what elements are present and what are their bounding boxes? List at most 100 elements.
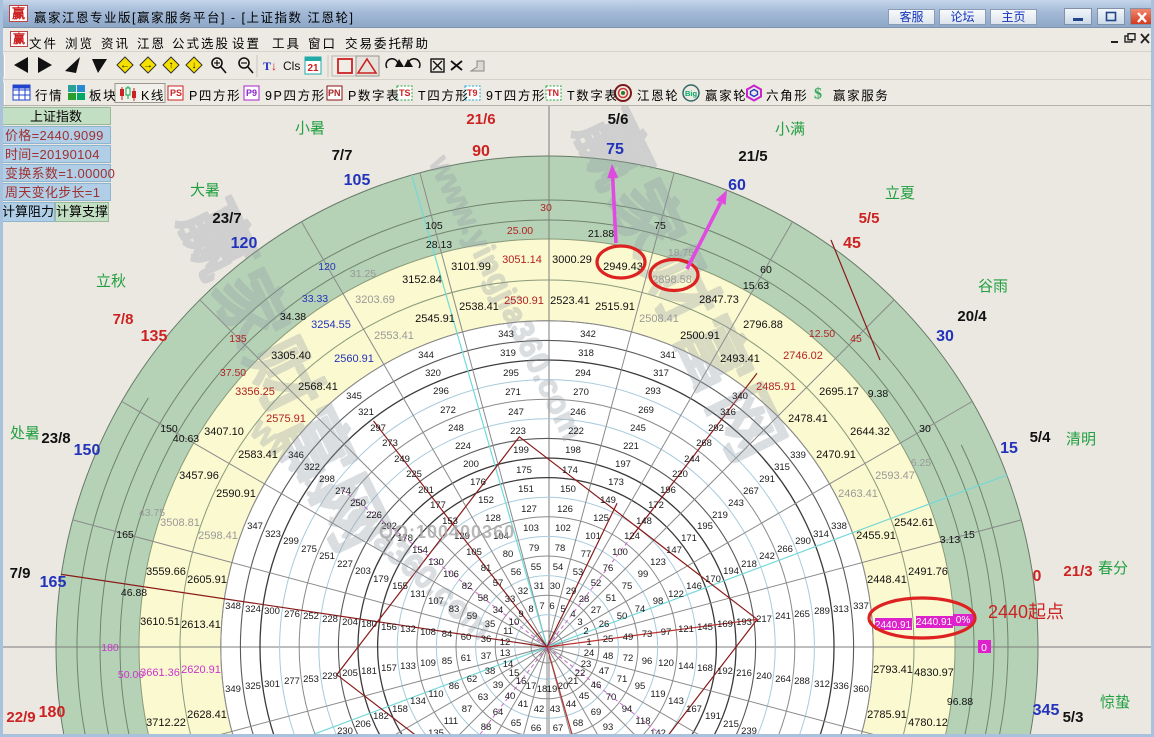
svg-text:44: 44 — [566, 699, 577, 710]
svg-text:小满: 小满 — [775, 121, 805, 138]
svg-text:133: 133 — [400, 661, 416, 672]
svg-text:42: 42 — [534, 704, 545, 715]
svg-text:20/4: 20/4 — [957, 308, 987, 325]
svg-text:216: 216 — [736, 668, 752, 679]
svg-text:33.33: 33.33 — [302, 293, 328, 305]
svg-text:2530.91: 2530.91 — [504, 295, 544, 307]
svg-text:2593.47: 2593.47 — [875, 470, 915, 482]
svg-text:67: 67 — [553, 723, 564, 734]
svg-text:88: 88 — [481, 722, 492, 733]
svg-text:165: 165 — [116, 529, 134, 541]
svg-text:345: 345 — [1033, 702, 1060, 719]
svg-text:9.38: 9.38 — [868, 388, 889, 400]
svg-text:343: 343 — [498, 329, 514, 340]
svg-text:150: 150 — [160, 423, 178, 435]
svg-text:15.63: 15.63 — [743, 280, 769, 292]
svg-text:41: 41 — [518, 699, 529, 710]
svg-text:2470.91: 2470.91 — [816, 449, 856, 461]
svg-text:251: 251 — [319, 551, 335, 562]
svg-text:50.00: 50.00 — [118, 669, 144, 681]
svg-text:105: 105 — [344, 172, 371, 189]
svg-text:15: 15 — [963, 529, 975, 541]
svg-text:46: 46 — [591, 680, 602, 691]
svg-text:21.88: 21.88 — [588, 228, 614, 240]
svg-text:T↓: T↓ — [263, 59, 277, 73]
svg-text:268: 268 — [696, 438, 712, 449]
svg-text:192: 192 — [717, 666, 733, 677]
svg-text:151: 151 — [518, 484, 534, 495]
svg-text:122: 122 — [668, 589, 684, 600]
svg-text:135: 135 — [229, 333, 247, 345]
svg-text:289: 289 — [814, 606, 830, 617]
svg-text:处暑: 处暑 — [10, 425, 40, 442]
svg-text:124: 124 — [624, 531, 640, 542]
svg-text:90: 90 — [472, 143, 490, 160]
svg-text:立夏: 立夏 — [885, 185, 915, 202]
svg-text:217: 217 — [756, 614, 772, 625]
svg-text:301: 301 — [264, 679, 280, 690]
svg-text:56: 56 — [511, 567, 522, 578]
svg-text:54: 54 — [553, 562, 564, 573]
svg-text:345: 345 — [346, 391, 362, 402]
svg-text:203: 203 — [355, 566, 371, 577]
svg-text:→: → — [143, 60, 153, 71]
svg-text:45: 45 — [579, 691, 590, 702]
svg-text:2620.91: 2620.91 — [181, 664, 221, 676]
svg-text:5: 5 — [560, 604, 565, 615]
svg-text:20: 20 — [558, 681, 569, 692]
svg-text:125: 125 — [593, 513, 609, 524]
svg-text:25: 25 — [603, 634, 614, 645]
svg-text:PN: PN — [328, 88, 341, 98]
svg-text:290: 290 — [795, 536, 811, 547]
svg-text:59: 59 — [467, 611, 478, 622]
svg-text:182: 182 — [373, 711, 389, 722]
svg-text:2575.91: 2575.91 — [266, 413, 306, 425]
svg-text:2500.91: 2500.91 — [680, 330, 720, 342]
svg-text:75: 75 — [622, 581, 633, 592]
svg-text:51: 51 — [606, 593, 617, 604]
svg-text:55: 55 — [531, 562, 542, 573]
svg-text:26: 26 — [599, 619, 610, 630]
svg-text:30: 30 — [540, 202, 552, 214]
svg-text:118: 118 — [635, 716, 650, 727]
svg-text:3661.36: 3661.36 — [140, 667, 180, 679]
svg-text:2605.91: 2605.91 — [187, 574, 227, 586]
svg-text:180: 180 — [101, 642, 119, 654]
svg-text:2568.41: 2568.41 — [298, 381, 338, 393]
svg-text:2523.41: 2523.41 — [550, 295, 590, 307]
svg-text:75: 75 — [606, 141, 624, 158]
svg-text:240: 240 — [756, 671, 772, 682]
svg-text:62: 62 — [467, 674, 478, 685]
svg-text:337: 337 — [853, 601, 869, 612]
svg-text:156: 156 — [381, 622, 397, 633]
svg-text:2542.61: 2542.61 — [894, 517, 934, 529]
svg-text:82: 82 — [462, 581, 473, 592]
svg-text:172: 172 — [648, 500, 664, 511]
svg-text:37.50: 37.50 — [220, 367, 246, 379]
svg-text:120: 120 — [658, 658, 674, 669]
svg-text:267: 267 — [743, 486, 759, 497]
svg-text:180: 180 — [361, 619, 377, 630]
svg-text:7/7: 7/7 — [332, 147, 353, 164]
svg-text:314: 314 — [813, 529, 829, 540]
svg-text:83: 83 — [449, 604, 460, 615]
svg-text:73: 73 — [642, 629, 653, 640]
svg-text:TS: TS — [399, 88, 411, 98]
svg-text:2796.88: 2796.88 — [743, 319, 783, 331]
svg-text:221: 221 — [623, 441, 639, 452]
svg-text:215: 215 — [723, 719, 739, 730]
svg-text:18: 18 — [537, 684, 548, 695]
svg-text:23/7: 23/7 — [212, 210, 241, 227]
svg-text:228: 228 — [322, 614, 338, 625]
svg-text:30: 30 — [550, 581, 561, 592]
svg-text:6: 6 — [549, 601, 554, 612]
svg-text:2515.91: 2515.91 — [595, 301, 635, 313]
svg-text:293: 293 — [645, 386, 661, 397]
svg-text:2628.41: 2628.41 — [187, 709, 227, 721]
svg-text:77: 77 — [581, 549, 592, 560]
svg-text:2: 2 — [583, 626, 588, 637]
svg-text:80: 80 — [503, 549, 514, 560]
svg-text:201: 201 — [418, 485, 434, 496]
svg-text:70: 70 — [606, 692, 617, 703]
svg-text:269: 269 — [638, 405, 654, 416]
